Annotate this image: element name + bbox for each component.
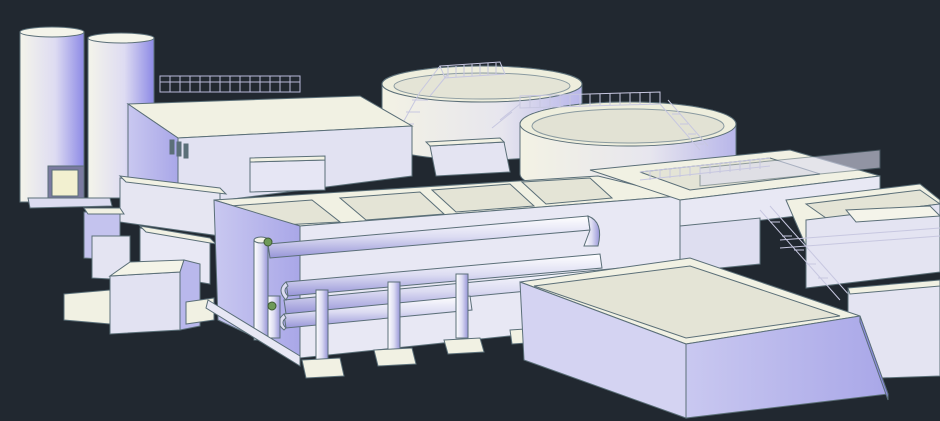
treatment-plant-model bbox=[19, 26, 940, 419]
right-basin bbox=[785, 183, 940, 289]
small-pump-house bbox=[424, 137, 511, 177]
railing-top-left bbox=[159, 75, 301, 93]
silo-base bbox=[27, 197, 113, 209]
silo-left bbox=[19, 26, 85, 203]
cad-3d-viewport[interactable] bbox=[0, 0, 940, 421]
roof-box bbox=[249, 155, 326, 193]
